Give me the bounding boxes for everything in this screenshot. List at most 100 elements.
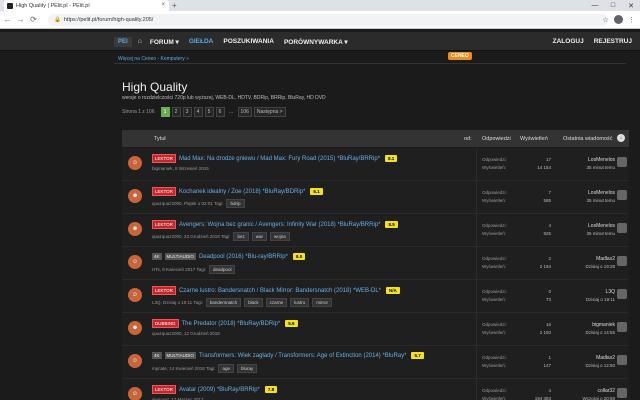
last-post-user[interactable]: LosMenelos bbox=[563, 156, 615, 164]
forward-button[interactable]: → bbox=[15, 15, 26, 24]
tag-chip[interactable]: czarne bbox=[265, 298, 288, 307]
last-post-user[interactable]: LosMenelos bbox=[563, 222, 615, 230]
last-post-user[interactable]: Madlax2 bbox=[563, 255, 615, 263]
thread-title-link[interactable]: Mad Max: Na drodze gniewu / Mad Max: Fur… bbox=[179, 156, 380, 162]
tag-chip[interactable]: bandersnatch bbox=[205, 298, 242, 307]
last-post-time[interactable]: 35 minut temu bbox=[563, 164, 615, 172]
last-post: Madlax2 Dzisiaj o 19:28 bbox=[563, 255, 615, 271]
ceneo-badge[interactable]: CENEO bbox=[448, 52, 472, 60]
table-row[interactable]: ☺ LEKTOR Czarne lustro: Bandersnatch / B… bbox=[122, 280, 629, 313]
last-post-avatar[interactable] bbox=[617, 256, 627, 266]
login-link[interactable]: ZALOGUJ bbox=[553, 38, 584, 45]
new-tab-button[interactable]: + bbox=[172, 1, 177, 10]
minimize-button[interactable]: — bbox=[586, 0, 604, 11]
reload-button[interactable]: ⟳ bbox=[28, 15, 39, 24]
last-post-avatar[interactable] bbox=[617, 388, 627, 398]
tag-chip[interactable]: lustro bbox=[290, 298, 310, 307]
maximize-button[interactable]: □ bbox=[604, 0, 622, 11]
column-header-views[interactable]: Wyświetleń bbox=[520, 136, 548, 142]
author-avatar[interactable]: ☺ bbox=[128, 288, 142, 302]
column-header-topic[interactable]: Tytuł bbox=[154, 136, 166, 142]
tag-chip[interactable]: mirror bbox=[312, 298, 332, 307]
nav-porownywarka[interactable]: PORÓWNYWARKA ▾ bbox=[284, 38, 348, 46]
last-post-user[interactable]: collar32 bbox=[563, 387, 615, 395]
browser-menu-icon[interactable]: ⋮ bbox=[627, 15, 636, 24]
thread-title-link[interactable]: Deadpool (2016) *Blu-ray/BRRip* bbox=[199, 254, 288, 260]
tag-chip[interactable]: wojna bbox=[270, 232, 290, 241]
nav-forum[interactable]: FORUM ▾ bbox=[150, 38, 179, 46]
thread-title-link[interactable]: Transformers: Wiek zagłady / Transformer… bbox=[199, 353, 407, 359]
last-post-user[interactable]: LosMenelos bbox=[563, 189, 615, 197]
table-row[interactable]: ☺ 4K MULTIAUDIO Transformers: Wiek zagład… bbox=[122, 346, 629, 379]
tag-chip[interactable]: war bbox=[251, 232, 268, 241]
last-post-avatar[interactable] bbox=[617, 157, 627, 167]
table-row[interactable]: ☻ DUBBING The Predator (2018) *BluRay/BD… bbox=[122, 313, 629, 346]
nav-poszukiwania[interactable]: POSZUKIWANIA bbox=[223, 38, 274, 45]
register-link[interactable]: REJESTRUJ bbox=[594, 38, 632, 45]
column-header-od[interactable]: od: bbox=[464, 136, 472, 142]
thread-title-link[interactable]: Kochanek idealny / Zoe (2018) *BluRay/BD… bbox=[179, 189, 305, 195]
last-post-avatar[interactable] bbox=[617, 355, 627, 365]
thread-title-link[interactable]: Avatar (2009) *BluRay/BRRip* bbox=[179, 387, 260, 393]
next-page-button[interactable]: Następna > bbox=[253, 107, 286, 117]
sort-arrow-icon[interactable]: ↓ bbox=[617, 134, 625, 142]
last-post-time[interactable]: Dzisiaj o 19:11 bbox=[563, 296, 615, 304]
table-row[interactable]: ☻ LEKTOR Kochanek idealny / Zoe (2018) *… bbox=[122, 181, 629, 214]
tag-chip[interactable]: age bbox=[218, 364, 234, 373]
author-avatar[interactable]: ☺ bbox=[128, 387, 142, 400]
tab-close-icon[interactable]: × bbox=[161, 2, 165, 8]
page-button[interactable]: 106 bbox=[237, 107, 252, 117]
author-avatar[interactable]: ☻ bbox=[128, 321, 142, 335]
last-post-time[interactable]: 35 minut temu bbox=[563, 197, 615, 205]
tag-chip[interactable]: black bbox=[244, 298, 263, 307]
thread-title-link[interactable]: Czarne lustro: Bandersnatch / Black Mirr… bbox=[179, 288, 381, 294]
column-header-replies[interactable]: Odpowiedzi bbox=[482, 136, 511, 142]
last-post-time[interactable]: Wczoraj o 20:59 bbox=[563, 395, 615, 400]
last-post-avatar[interactable] bbox=[617, 190, 627, 200]
page-button[interactable]: 4 bbox=[193, 107, 203, 117]
close-window-button[interactable]: ✕ bbox=[622, 0, 640, 11]
bookmark-star-icon[interactable]: ☆ bbox=[601, 15, 610, 24]
last-post-avatar[interactable] bbox=[617, 223, 627, 233]
author-avatar[interactable]: ☺ bbox=[128, 354, 142, 368]
author-avatar[interactable]: ☺ bbox=[128, 255, 142, 269]
browser-tab[interactable]: High Quality | PElit.pl - PElit.pl × bbox=[4, 0, 169, 11]
tag-chip[interactable]: bluray bbox=[236, 364, 258, 373]
table-row[interactable]: ☺ LEKTOR Avatar (2009) *BluRay/BRRip* 7.… bbox=[122, 379, 629, 400]
last-post-time[interactable]: Dzisiaj o 14:55 bbox=[563, 329, 615, 337]
author-avatar[interactable]: ☺ bbox=[128, 156, 142, 170]
tag-chip[interactable]: bez bbox=[233, 232, 249, 241]
column-header-last[interactable]: Ostatnia wiadomość bbox=[563, 136, 613, 142]
last-post-time[interactable]: Dzisiaj o 19:28 bbox=[563, 263, 615, 271]
table-row[interactable]: ☺ LEKTOR Mad Max: Na drodze gniewu / Mad… bbox=[122, 148, 629, 181]
url-input[interactable]: 🔒 https://pelit.pl/forum/high-quality.20… bbox=[48, 14, 608, 26]
profile-avatar[interactable] bbox=[614, 15, 623, 24]
tag-chip[interactable]: deadpool bbox=[208, 265, 236, 274]
nav-gielda[interactable]: GIEŁDA bbox=[189, 38, 214, 45]
last-post-avatar[interactable] bbox=[617, 322, 627, 332]
stat-labels: Odpowiedzi: Wyświetleń: bbox=[482, 354, 507, 370]
site-logo[interactable]: PEl bbox=[114, 36, 132, 47]
author-avatar[interactable]: ☻ bbox=[128, 222, 142, 236]
back-button[interactable]: ← bbox=[2, 15, 13, 24]
table-row[interactable]: ☻ LEKTOR Avengers: Wojna bez granic / Av… bbox=[122, 214, 629, 247]
page-button[interactable]: 5 bbox=[204, 107, 214, 117]
page-button[interactable]: 3 bbox=[182, 107, 192, 117]
tag-chip[interactable]: bdrip bbox=[226, 199, 245, 208]
page-button[interactable]: 2 bbox=[171, 107, 181, 117]
last-post-user[interactable]: Madlax2 bbox=[563, 354, 615, 362]
thread-title-link[interactable]: The Predator (2018) *BluRay/BDRip* bbox=[182, 321, 281, 327]
author-avatar[interactable]: ☻ bbox=[128, 189, 142, 203]
last-post-user[interactable]: bigmaniek bbox=[563, 321, 615, 329]
last-post-time[interactable]: Dzisiaj o 12:50 bbox=[563, 362, 615, 370]
breadcrumb[interactable]: Więcej na Ceneo - Komputery » bbox=[118, 56, 189, 62]
home-icon[interactable]: ⌂ bbox=[138, 38, 142, 45]
rating-badge: 6.1 bbox=[310, 188, 323, 195]
table-row[interactable]: ☺ 4K MULTIAUDIO Deadpool (2016) *Blu-ray/… bbox=[122, 247, 629, 280]
last-post-time[interactable]: 35 minut temu bbox=[563, 230, 615, 238]
last-post-user[interactable]: L3Q bbox=[563, 288, 615, 296]
last-post-avatar[interactable] bbox=[617, 289, 627, 299]
page-button[interactable]: 6 bbox=[215, 107, 225, 117]
thread-title-link[interactable]: Avengers: Wojna bez granic / Avengers: I… bbox=[179, 222, 381, 228]
page-button[interactable]: 1 bbox=[160, 107, 170, 117]
